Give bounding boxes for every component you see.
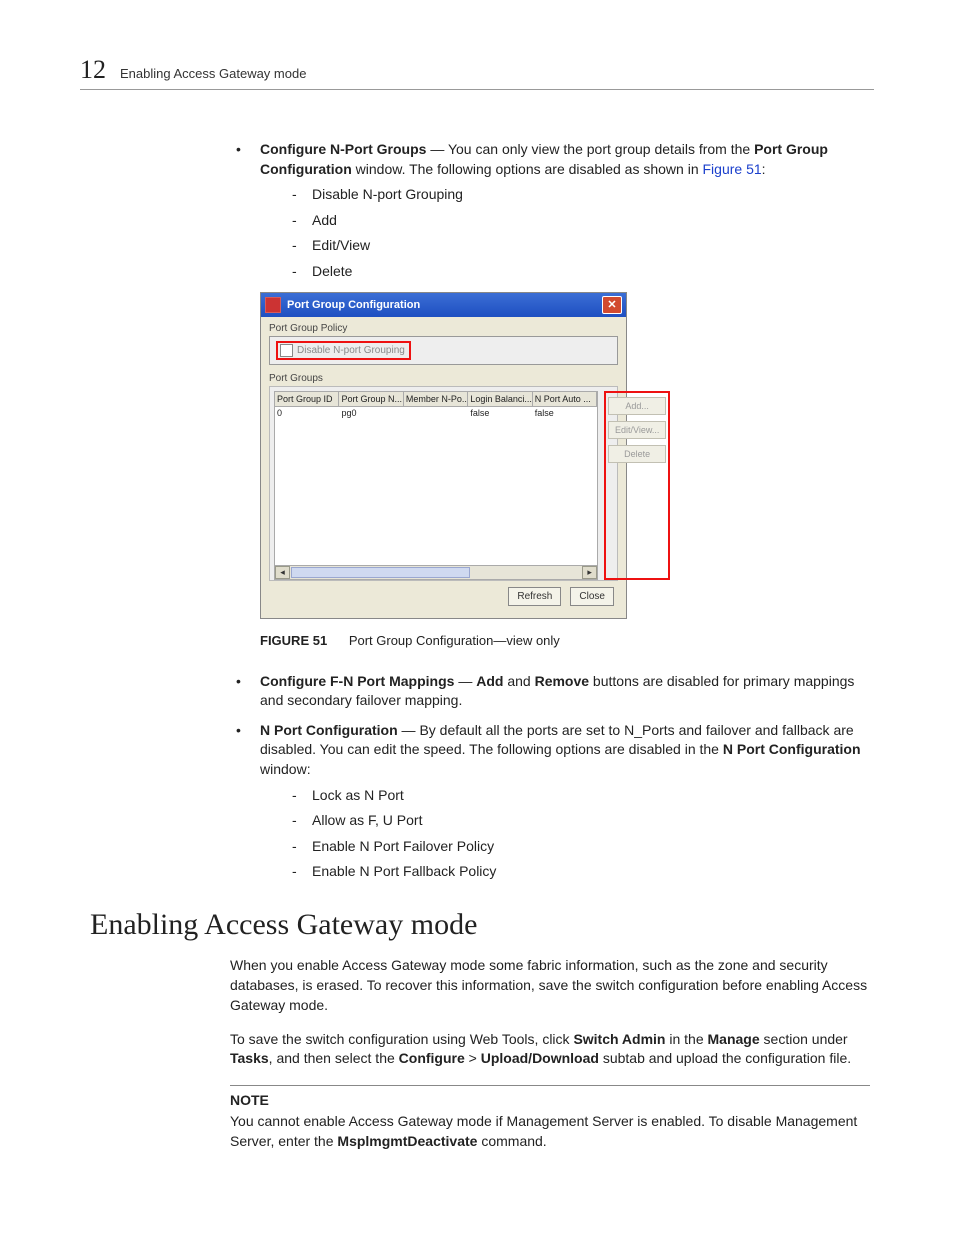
list-item: Disable N-port Grouping <box>292 185 870 205</box>
list-item: Enable N Port Fallback Policy <box>292 862 870 882</box>
table-header: Port Group ID Port Group N... Member N-P… <box>274 391 598 407</box>
section-label-groups: Port Groups <box>269 373 618 384</box>
content-area: Configure N-Port Groups — You can only v… <box>230 140 870 1166</box>
figure-51-crossref[interactable]: Figure 51 <box>703 161 762 177</box>
col-header: Login Balanci... <box>468 392 532 406</box>
scroll-left-icon[interactable]: ◂ <box>275 566 290 579</box>
refresh-button[interactable]: Refresh <box>508 587 561 606</box>
page-header-title: Enabling Access Gateway mode <box>120 66 306 81</box>
edit-view-button[interactable]: Edit/View... <box>608 421 666 439</box>
buttons-highlight-box: Add... Edit/View... Delete <box>604 391 670 580</box>
checkbox-label: Disable N-port Grouping <box>297 345 405 356</box>
section-label-policy: Port Group Policy <box>269 323 618 334</box>
policy-box: Disable N-port Grouping <box>269 336 618 365</box>
bullet-configure-nport-groups: Configure N-Port Groups — You can only v… <box>230 140 870 282</box>
figure-window-port-group-config: Port Group Configuration ✕ Port Group Po… <box>260 292 627 619</box>
col-header: N Port Auto ... <box>533 392 597 406</box>
list-item: Edit/View <box>292 236 870 256</box>
list-item: Enable N Port Failover Policy <box>292 837 870 857</box>
bullet-nport-configuration: N Port Configuration — By default all th… <box>230 721 870 882</box>
add-button[interactable]: Add... <box>608 397 666 415</box>
bullet-label: Configure F-N Port Mappings <box>260 673 454 689</box>
table-body: 0 pg0 false false <box>274 407 598 565</box>
page-header: 12 Enabling Access Gateway mode <box>80 55 874 90</box>
bullet-label: Configure N-Port Groups <box>260 141 426 157</box>
close-icon[interactable]: ✕ <box>602 296 622 314</box>
list-item: Allow as F, U Port <box>292 811 870 831</box>
bullet-configure-fn-mappings: Configure F-N Port Mappings — Add and Re… <box>230 672 870 711</box>
figure-caption: FIGURE 51 Port Group Configuration—view … <box>260 633 870 648</box>
figure-caption-text: Port Group Configuration—view only <box>349 633 560 648</box>
paragraph-1: When you enable Access Gateway mode some… <box>230 956 870 1016</box>
list-item: Delete <box>292 262 870 282</box>
window-titlebar: Port Group Configuration ✕ <box>261 293 626 317</box>
col-header: Port Group ID <box>275 392 339 406</box>
checkbox-icon[interactable] <box>280 344 293 357</box>
window-app-icon <box>265 297 281 313</box>
col-header: Member N-Po... <box>404 392 468 406</box>
page-number: 12 <box>80 55 106 85</box>
window-footer: Refresh Close <box>269 581 618 610</box>
note-heading: NOTE <box>230 1085 870 1108</box>
paragraph-2: To save the switch configuration using W… <box>230 1030 870 1070</box>
section-heading-enabling-ag: Enabling Access Gateway mode <box>90 908 870 942</box>
horizontal-scrollbar[interactable]: ◂ ▸ <box>274 565 598 580</box>
note-body: You cannot enable Access Gateway mode if… <box>230 1112 870 1152</box>
scroll-thumb[interactable] <box>291 567 470 578</box>
bullet-label: N Port Configuration <box>260 722 398 738</box>
window-title-text: Port Group Configuration <box>287 299 602 311</box>
disabled-options-list-2: Lock as N Port Allow as F, U Port Enable… <box>292 786 870 882</box>
delete-button[interactable]: Delete <box>608 445 666 463</box>
port-groups-area: Port Group ID Port Group N... Member N-P… <box>269 386 618 581</box>
close-button[interactable]: Close <box>570 587 614 606</box>
disabled-options-list-1: Disable N-port Grouping Add Edit/View De… <box>292 185 870 281</box>
col-header: Port Group N... <box>339 392 403 406</box>
table-row[interactable]: 0 pg0 false false <box>275 407 597 419</box>
list-item: Lock as N Port <box>292 786 870 806</box>
figure-number: FIGURE 51 <box>260 633 327 648</box>
scroll-right-icon[interactable]: ▸ <box>582 566 597 579</box>
disable-nport-grouping-checkbox-highlight: Disable N-port Grouping <box>276 341 411 360</box>
list-item: Add <box>292 211 870 231</box>
